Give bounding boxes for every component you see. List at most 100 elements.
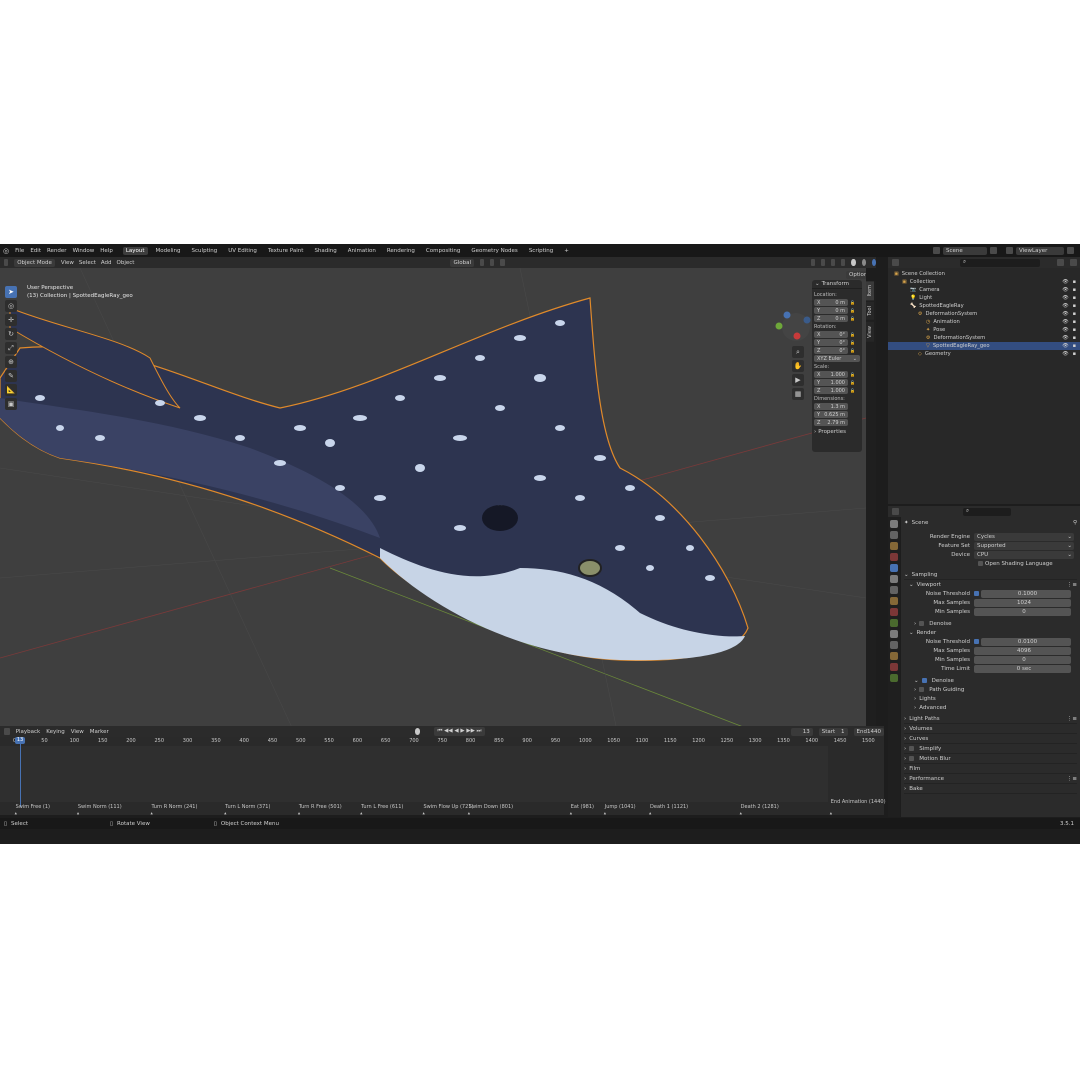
simplify-checkbox[interactable] [909,746,915,751]
end-frame-field[interactable]: End 1440 [853,727,884,736]
list-icon[interactable]: ⋮≡ [1067,716,1077,722]
timeline-area[interactable]: 0501001502002503003504004505005506006507… [0,737,886,815]
r-noise-threshold-field[interactable]: 0.0100 [981,637,1071,646]
section-bake[interactable]: › Bake [904,784,1077,794]
eye-icon[interactable]: 👁 [1062,335,1068,341]
options-button[interactable]: Options [846,271,866,279]
properties-search-field[interactable]: ⌕ [963,507,1011,516]
pan-hand-icon[interactable]: ✋ [792,360,804,372]
vp-noise-threshold-checkbox[interactable] [974,591,979,596]
sidebar-tab-item[interactable]: Item [866,281,874,301]
sidebar-tab-view[interactable]: View [866,322,874,342]
current-frame-field[interactable]: 13 [790,727,813,736]
outliner-row-light[interactable]: 💡 Light 👁 ▪ [888,294,1080,302]
viewport-menu-object[interactable]: Object [117,260,135,266]
vp-noise-threshold-field[interactable]: 0.1000 [981,589,1071,598]
section-film[interactable]: › Film [904,764,1077,774]
transform-tool-icon[interactable]: ⊕ [5,356,17,368]
eye-icon[interactable]: 👁 [1062,295,1068,301]
workspace-tab-geometry-nodes[interactable]: Geometry Nodes [468,247,520,255]
transform-orientation-dropdown[interactable]: Global [450,258,475,267]
timeline-marker[interactable]: Turn L Norm (371) [225,804,270,810]
eye-icon[interactable]: 👁 [1062,279,1068,285]
scene-icon[interactable] [933,247,940,254]
object-tab-icon[interactable] [890,597,898,605]
osl-row[interactable]: Open Shading Language [904,559,1077,568]
timeline-marker[interactable]: Death 1 (1121) [650,804,688,810]
snap-icon[interactable] [490,259,495,266]
location-y-field[interactable]: Y 0 m [814,307,848,314]
outliner-row-animation[interactable]: ◷ Animation 👁 ▪ [888,318,1080,326]
lock-icon[interactable]: 🔓 [850,300,855,305]
timeline-editor-icon[interactable] [4,728,10,735]
sidebar-tab-tool[interactable]: Tool [866,302,874,321]
render-camera-icon[interactable]: ▪ [1073,303,1076,309]
collection-tab-icon[interactable] [890,586,898,594]
lock-icon[interactable]: 🔓 [850,388,855,393]
tool-tab-icon[interactable] [890,520,898,528]
viewport-menu-view[interactable]: View [61,260,74,266]
rotation-mode-dropdown[interactable]: XYZ Euler ⌄ [814,355,860,362]
outliner-editor-icon[interactable] [892,259,899,266]
add-cube-tool-icon[interactable]: ▣ [5,398,17,410]
outliner-row-deformationsystem[interactable]: ⚙ DeformationSystem 👁 ▪ [888,334,1080,342]
blender-logo-icon[interactable]: ◎ [3,247,9,255]
scale-x-field[interactable]: X 1.000 [814,371,848,378]
vp-denoise-checkbox[interactable] [919,621,925,626]
ortho-grid-icon[interactable]: ▦ [792,388,804,400]
start-frame-field[interactable]: Start 1 [818,727,848,736]
viewport-menu-select[interactable]: Select [79,260,96,266]
view-layer-tab-icon[interactable] [890,553,898,561]
overlay-icon[interactable] [831,259,836,266]
render-camera-icon[interactable]: ▪ [1073,311,1076,317]
cursor-tool-icon[interactable]: ◎ [5,300,17,312]
transform-header[interactable]: ⌄ Transform [812,280,862,289]
r-min-samples-field[interactable]: 0 [974,655,1071,664]
workspace-tab-compositing[interactable]: Compositing [423,247,463,255]
workspace-tab-shading[interactable]: Shading [311,247,339,255]
r-denoise-subsection[interactable]: ⌄ Denoise [904,676,1077,685]
scene-field[interactable]: Scene [943,246,987,255]
dimensions-z-field[interactable]: Z 2.79 m [814,419,848,426]
timeline-marker[interactable]: Turn R Free (501) [299,804,342,810]
outliner-row-deformationsystem[interactable]: ⚙ DeformationSystem 👁 ▪ [888,310,1080,318]
outliner-row-pose[interactable]: ✦ Pose 👁 ▪ [888,326,1080,334]
dimensions-x-field[interactable]: X 1.3 m [814,403,848,410]
workspace-tab-add[interactable]: + [561,247,572,255]
r-noise-threshold-checkbox[interactable] [974,639,979,644]
particles-tab-icon[interactable] [890,619,898,627]
eye-icon[interactable]: 👁 [1062,351,1068,357]
location-x-field[interactable]: X 0 m [814,299,848,306]
rotation-y-field[interactable]: Y 0° [814,339,848,346]
timeline-marker[interactable]: End Animation (1440) [831,799,886,805]
material-tab-icon[interactable] [890,663,898,671]
lock-icon[interactable]: 🔓 [850,348,855,353]
eye-icon[interactable]: 👁 [1062,343,1068,349]
rotation-z-field[interactable]: Z 0° [814,347,848,354]
menu-file[interactable]: File [15,248,24,254]
workspace-tab-layout[interactable]: Layout [122,246,148,255]
timeline-marker[interactable]: Death 2 (1281) [741,804,779,810]
world-tab-icon[interactable] [890,575,898,583]
measure-tool-icon[interactable]: 📐 [5,384,17,396]
render-subsection[interactable]: ⌄ Render [904,628,1077,637]
vp-max-samples-field[interactable]: 1024 [974,598,1071,607]
timeline-menu-marker[interactable]: Marker [90,729,109,735]
render-camera-icon[interactable]: ▪ [1073,319,1076,325]
scale-z-field[interactable]: Z 1.000 [814,387,848,394]
render-camera-icon[interactable]: ▪ [1073,295,1076,301]
new-view-layer-icon[interactable] [1067,247,1074,254]
select-tool-icon[interactable]: ➤ [5,286,17,298]
workspace-tab-uv-editing[interactable]: UV Editing [225,247,260,255]
lock-icon[interactable]: 🔓 [850,316,855,321]
eye-icon[interactable]: 👁 [1062,287,1068,293]
section-simplify[interactable]: › Simplify [904,744,1077,754]
render-camera-icon[interactable]: ▪ [1073,287,1076,293]
timeline-marker[interactable]: Swim Flow Up (721) [423,804,473,810]
shading-rendered-icon[interactable] [871,259,877,266]
visibility-icon[interactable] [810,259,815,266]
section-motion-blur[interactable]: › Motion Blur [904,754,1077,764]
sampling-section[interactable]: ⌄ Sampling [904,570,1077,580]
scale-y-field[interactable]: Y 1.000 [814,379,848,386]
lock-icon[interactable]: 🔓 [850,332,855,337]
